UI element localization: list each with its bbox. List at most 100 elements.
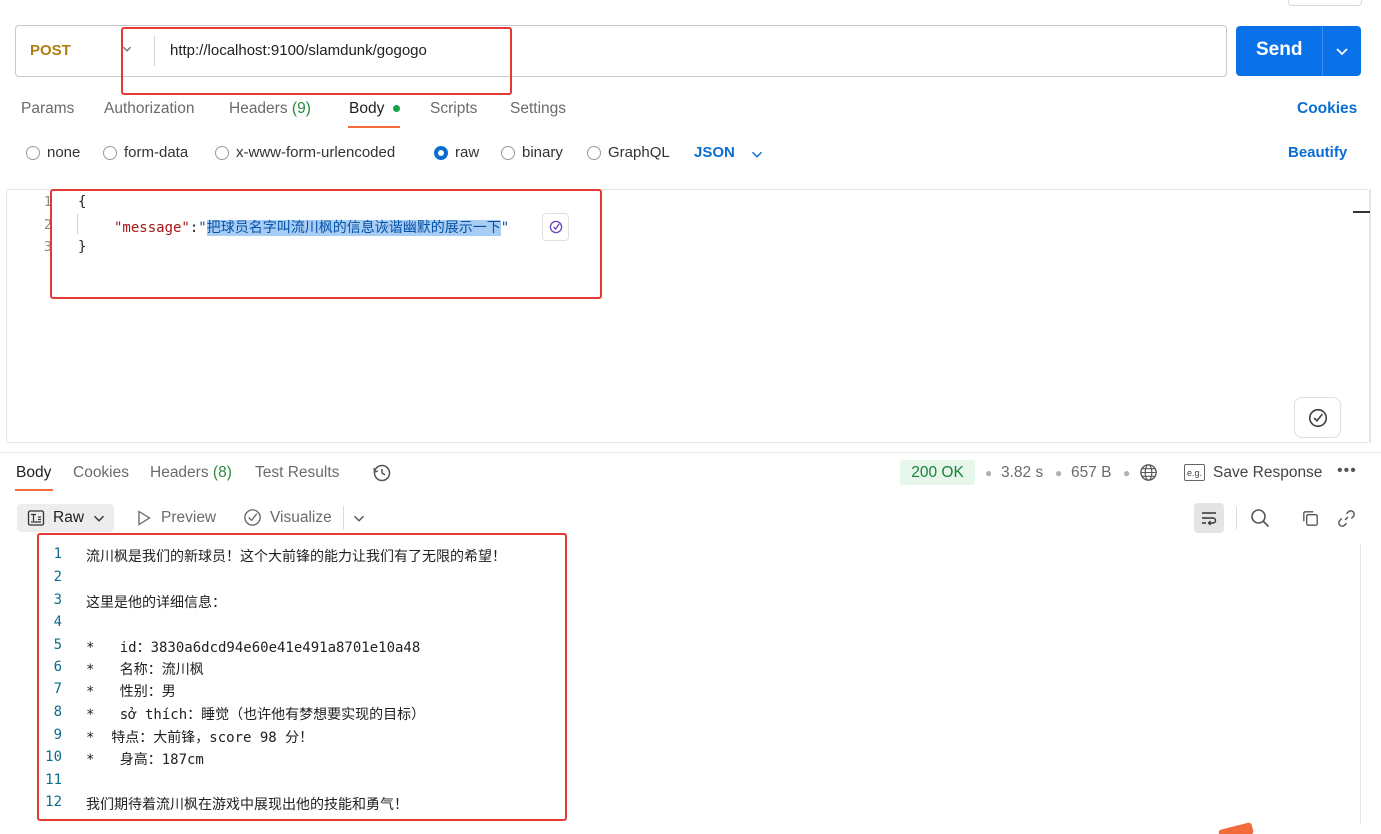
indent-guide	[77, 214, 78, 234]
url-divider	[154, 36, 155, 66]
line-number: 12	[45, 794, 62, 810]
line-number: 10	[45, 749, 62, 765]
more-options-icon[interactable]: •••	[1337, 462, 1357, 480]
beautify-button[interactable]: Beautify	[1288, 144, 1347, 161]
visualize-icon[interactable]	[242, 507, 263, 528]
response-line: * 特点：大前锋，score 98 分！	[86, 730, 314, 746]
raw-view-select[interactable]: Raw	[17, 504, 114, 532]
response-line: 流川枫是我们的新球员！这个大前锋的能力让我们有了无限的希望！	[86, 549, 506, 565]
raw-label: Raw	[53, 509, 85, 526]
ai-assist-float-icon[interactable]	[1294, 397, 1341, 438]
response-size[interactable]: 657 B	[1071, 464, 1112, 482]
radio-none[interactable]: none	[26, 144, 80, 161]
wrap-lines-icon[interactable]	[1194, 503, 1224, 533]
line-number: 1	[43, 194, 52, 210]
response-time[interactable]: 3.82 s	[1001, 464, 1043, 482]
radio-circle[interactable]	[103, 145, 117, 160]
response-tab-test-results[interactable]: Test Results	[255, 464, 339, 482]
code-line-2[interactable]: "message":"把球员名字叫流川枫的信息诙谐幽默的展示一下"	[114, 217, 509, 237]
separator-dot: ●	[1123, 466, 1131, 480]
radio-circle[interactable]	[26, 145, 40, 160]
radio-urlencoded-label: x-www-form-urlencoded	[236, 144, 396, 161]
response-tab-body[interactable]: Body	[16, 464, 51, 482]
separator-dot: ●	[1055, 466, 1063, 480]
radio-form-data[interactable]: form-data	[103, 144, 188, 161]
status-badge[interactable]: 200 OK	[900, 460, 975, 485]
json-quote: "	[198, 220, 207, 236]
chevron-down-icon	[93, 515, 105, 522]
chevron-down-icon[interactable]	[350, 509, 368, 527]
history-icon[interactable]	[371, 462, 393, 484]
line-number: 2	[53, 569, 62, 585]
tab-active-underline	[348, 126, 400, 128]
separator-dot: ●	[985, 466, 993, 480]
response-line: * sở thích：睡觉（也许他有梦想要实现的目标）	[86, 707, 426, 723]
line-number: 7	[53, 681, 62, 697]
send-divider	[1322, 26, 1323, 76]
response-line: 我们期待着流川枫在游戏中展现出他的技能和勇气！	[86, 797, 408, 813]
tab-authorization[interactable]: Authorization	[104, 100, 194, 118]
tab-headers-count: (9)	[291, 100, 311, 117]
response-line: * 名称：流川枫	[86, 662, 204, 678]
editor-scrollbar[interactable]	[1370, 189, 1371, 443]
response-tab-cookies[interactable]: Cookies	[73, 464, 129, 482]
send-label: Send	[1256, 39, 1303, 60]
radio-binary-label: binary	[522, 144, 563, 161]
tab-scripts[interactable]: Scripts	[430, 100, 477, 118]
tab-settings[interactable]: Settings	[510, 100, 566, 118]
response-line: * 性别：男	[86, 684, 176, 700]
response-tab-headers-label: Headers	[150, 464, 209, 481]
code-open-brace: {	[78, 194, 87, 210]
radio-urlencoded[interactable]: x-www-form-urlencoded	[215, 144, 395, 161]
tab-params[interactable]: Params	[21, 100, 74, 118]
line-number: 5	[53, 637, 62, 653]
ai-assist-icon[interactable]	[542, 213, 569, 241]
chevron-down-icon[interactable]	[1332, 41, 1352, 61]
chevron-down-icon[interactable]	[748, 145, 766, 163]
radio-form-data-label: form-data	[124, 144, 189, 161]
link-icon[interactable]	[1336, 508, 1357, 529]
play-icon[interactable]	[135, 509, 153, 527]
response-scrollbar[interactable]	[1360, 544, 1361, 824]
chevron-down-icon[interactable]	[118, 40, 136, 58]
radio-graphql[interactable]: GraphQL	[587, 144, 670, 161]
method-select[interactable]: POST	[30, 42, 71, 59]
search-icon[interactable]	[1249, 507, 1271, 529]
line-number: 1	[53, 546, 62, 562]
code-close-brace: }	[78, 239, 87, 255]
radio-binary[interactable]: binary	[501, 144, 563, 161]
response-divider	[0, 452, 1381, 453]
radio-raw-label: raw	[455, 144, 480, 161]
radio-circle-checked[interactable]	[434, 145, 448, 160]
response-tab-headers[interactable]: Headers (8)	[150, 464, 232, 482]
copy-icon[interactable]	[1300, 508, 1321, 529]
tab-headers[interactable]: Headers (9)	[229, 100, 311, 118]
line-number: 8	[53, 704, 62, 720]
visualize-button[interactable]: Visualize	[270, 509, 332, 527]
editor-scroll-thumb[interactable]	[1353, 211, 1370, 213]
decorative-orange-tab	[1218, 822, 1254, 834]
line-number: 6	[53, 659, 62, 675]
radio-graphql-label: GraphQL	[608, 144, 670, 161]
radio-circle[interactable]	[215, 145, 229, 160]
tab-body[interactable]: Body	[349, 100, 384, 118]
cookies-link[interactable]: Cookies	[1297, 100, 1357, 118]
radio-raw[interactable]: raw	[434, 144, 479, 161]
radio-none-label: none	[47, 144, 81, 161]
line-number: 2	[43, 217, 52, 233]
radio-circle[interactable]	[501, 145, 515, 160]
json-value-selected: 把球员名字叫流川枫的信息诙谐幽默的展示一下	[206, 220, 501, 236]
response-tab-headers-count: (8)	[212, 464, 232, 481]
response-line: * id：3830a6dcd94e60e41e491a8701e10a48	[86, 640, 421, 656]
response-line: 这里是他的详细信息：	[86, 595, 226, 611]
line-number: 11	[45, 772, 62, 788]
json-key: "message"	[114, 220, 190, 236]
save-response-button[interactable]: Save Response	[1213, 464, 1322, 482]
format-select[interactable]: JSON	[694, 144, 735, 161]
top-stub-button[interactable]	[1288, 0, 1362, 6]
url-input[interactable]	[170, 42, 1210, 59]
preview-button[interactable]: Preview	[161, 509, 216, 527]
radio-circle[interactable]	[587, 145, 601, 160]
send-button[interactable]: Send	[1236, 26, 1361, 76]
globe-icon[interactable]	[1138, 462, 1159, 483]
